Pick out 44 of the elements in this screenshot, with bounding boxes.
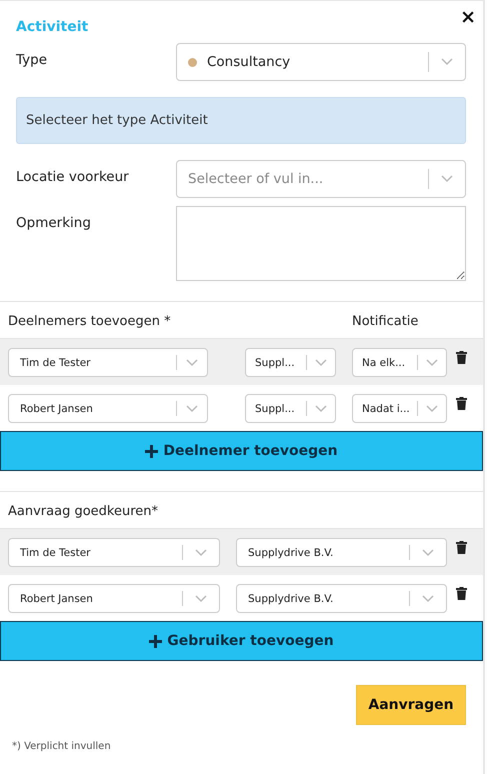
chevron-down-icon xyxy=(186,404,198,412)
field-label: Type xyxy=(16,51,48,68)
chevron-down-icon xyxy=(426,404,438,412)
select-field[interactable]: Robert Jansen xyxy=(8,394,208,423)
section-heading: Deelnemers toevoegen * xyxy=(8,314,172,329)
column-header: Notificatie xyxy=(352,314,420,329)
plus-icon xyxy=(149,634,162,648)
field-label: Locatie voorkeur xyxy=(16,168,130,185)
comment-field[interactable] xyxy=(176,206,466,281)
close-button[interactable]: × xyxy=(460,8,476,27)
chevron-down-icon xyxy=(441,175,453,183)
select-field[interactable]: Tim de Tester xyxy=(8,538,220,567)
select-field[interactable]: Supplydrive B.V. xyxy=(236,538,447,567)
select-field[interactable]: Suppl... xyxy=(245,348,336,377)
submit-button[interactable]: Aanvragen xyxy=(356,685,466,725)
trash-icon[interactable] xyxy=(456,351,466,364)
form-title: Activiteit xyxy=(16,19,90,35)
chevron-down-icon xyxy=(441,58,453,66)
select-field[interactable]: Supplydrive B.V. xyxy=(236,584,447,613)
chevron-down-icon xyxy=(186,358,198,366)
add-button[interactable]: Gebruiker toevoegen xyxy=(0,621,483,661)
select-field[interactable]: Consultancy xyxy=(176,43,466,81)
section-heading: Aanvraag goedkeuren* xyxy=(8,504,160,519)
chevron-down-icon xyxy=(422,594,434,602)
select-field[interactable]: Selecteer of vul in... xyxy=(176,160,466,198)
select-field[interactable]: Nadat i... xyxy=(352,394,447,423)
chevron-down-icon xyxy=(422,548,434,556)
trash-icon[interactable] xyxy=(456,397,466,410)
chevron-down-icon xyxy=(195,548,207,556)
chevron-down-icon xyxy=(315,358,327,366)
select-field[interactable]: Na elk... xyxy=(352,348,447,377)
select-field[interactable]: Robert Jansen xyxy=(8,584,220,613)
chevron-down-icon xyxy=(315,404,327,412)
trash-icon[interactable] xyxy=(456,541,466,554)
trash-icon[interactable] xyxy=(456,587,466,600)
field-label: Opmerking xyxy=(16,214,92,231)
plus-icon xyxy=(145,444,158,458)
chevron-down-icon xyxy=(426,358,438,366)
required-footnote: *) Verplicht invullen xyxy=(12,741,112,752)
select-field[interactable]: Tim de Tester xyxy=(8,348,208,377)
chevron-down-icon xyxy=(195,594,207,602)
add-button[interactable]: Deelnemer toevoegen xyxy=(0,431,483,471)
info-banner: Selecteer het type Activiteit xyxy=(16,97,466,144)
select-field[interactable]: Suppl... xyxy=(245,394,336,423)
